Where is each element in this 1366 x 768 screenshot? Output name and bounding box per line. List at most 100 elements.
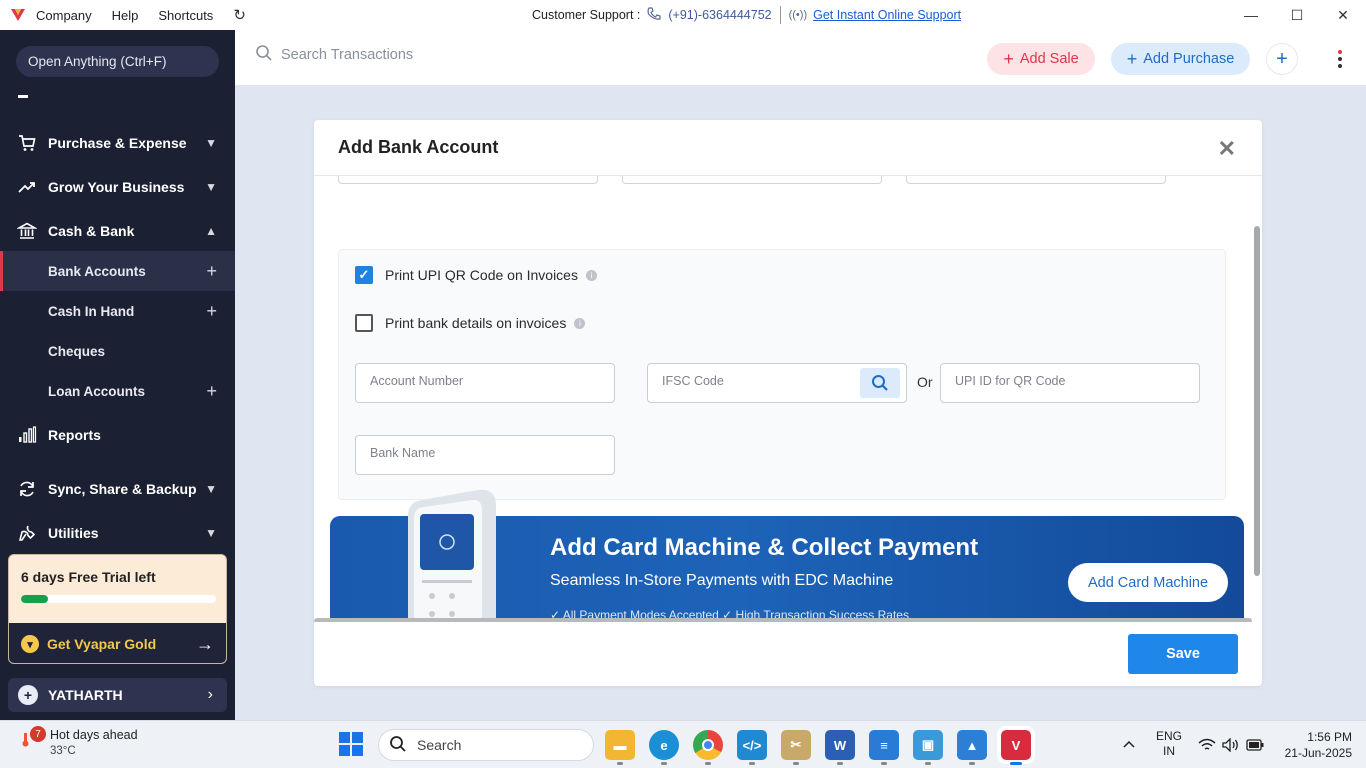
print-bank-details-checkbox[interactable] [355, 314, 373, 332]
vscode-icon[interactable]: </> [737, 730, 767, 760]
active-app-indicator [1010, 762, 1022, 765]
battery-icon[interactable] [1246, 721, 1264, 768]
chevron-right-icon: › [207, 686, 213, 703]
print-upi-checkbox[interactable]: ✓ [355, 266, 373, 284]
close-icon[interactable]: ✕ [1218, 136, 1236, 162]
scrolled-date-field[interactable] [906, 176, 1166, 184]
running-indicator [969, 762, 975, 765]
add-loan-icon[interactable]: + [206, 381, 217, 402]
company-switcher[interactable]: + YATHARTH › [8, 678, 227, 712]
ifsc-placeholder: IFSC Code [662, 374, 724, 388]
volume-icon[interactable] [1222, 721, 1240, 768]
add-cash-icon[interactable]: + [206, 301, 217, 322]
online-support-link[interactable]: Get Instant Online Support [813, 8, 961, 22]
arrow-right-icon: → [196, 633, 214, 654]
banner-title: Add Card Machine & Collect Payment [550, 534, 979, 561]
get-vyapar-gold-button[interactable]: ▾ Get Vyapar Gold → [9, 623, 226, 663]
upi-placeholder: UPI ID for QR Code [955, 374, 1066, 388]
running-indicator [705, 762, 711, 765]
sidebar-item-cash-bank[interactable]: Cash & Bank ▲ [0, 211, 235, 251]
lang-bottom: IN [1163, 744, 1175, 758]
weather-temp: 33°C [50, 745, 76, 757]
cart-icon [16, 132, 38, 154]
windows-start-icon[interactable] [338, 731, 366, 759]
open-anything-button[interactable]: Open Anything (Ctrl+F) [16, 46, 219, 77]
qr-settings-panel: ✓ Print UPI QR Code on Invoices i Print … [338, 249, 1226, 500]
control-panel-icon[interactable]: ▣ [913, 730, 943, 760]
print-bank-details-row[interactable]: Print bank details on invoices i [355, 314, 586, 332]
info-icon[interactable]: i [585, 269, 597, 281]
maximize-icon[interactable]: ☐ [1274, 0, 1320, 30]
chevron-up-icon: ▲ [205, 224, 217, 238]
sidebar-item-label: Utilities [48, 525, 99, 541]
refresh-icon[interactable]: ↻ [233, 6, 246, 24]
more-options-icon[interactable] [1335, 48, 1345, 70]
sidebar-item-bank-accounts[interactable]: Bank Accounts + [0, 251, 235, 291]
print-upi-row[interactable]: ✓ Print UPI QR Code on Invoices i [355, 266, 597, 284]
save-button[interactable]: Save [1128, 634, 1238, 674]
account-number-field[interactable]: Account Number [355, 363, 615, 403]
clock-date: 21-Jun-2025 [1284, 746, 1352, 760]
sidebar-item-cash-in-hand[interactable]: Cash In Hand + [0, 291, 235, 331]
vertical-scrollbar[interactable] [1254, 226, 1260, 576]
taskbar-search[interactable]: Search [378, 729, 594, 761]
upi-id-field[interactable]: UPI ID for QR Code [940, 363, 1200, 403]
wifi-icon[interactable] [1198, 721, 1216, 768]
minimize-icon[interactable]: — [1228, 0, 1274, 30]
search-placeholder: Search Transactions [281, 47, 414, 63]
add-purchase-button[interactable]: + Add Purchase [1111, 43, 1250, 75]
taskbar-search-label: Search [417, 737, 462, 753]
search-transactions[interactable]: Search Transactions [255, 44, 413, 66]
scrolled-field[interactable] [338, 176, 598, 184]
add-bank-account-icon[interactable]: + [206, 261, 217, 282]
sidebar-item-reports[interactable]: Reports [0, 415, 235, 455]
ifsc-search-button[interactable] [860, 368, 900, 398]
sidebar-item-sync-share-backup[interactable]: Sync, Share & Backup ▼ [0, 469, 235, 509]
photos-icon[interactable]: ▲ [957, 730, 987, 760]
sidebar-item-utilities[interactable]: Utilities ▼ [0, 513, 235, 553]
top-bar: Search Transactions + Add Sale + Add Pur… [235, 30, 1366, 86]
tools-app-icon[interactable]: ✂ [781, 730, 811, 760]
trial-progress-fill [21, 595, 49, 603]
vyapar-app-icon[interactable]: V [997, 726, 1035, 764]
chevron-down-icon: ▼ [205, 526, 217, 540]
menu-company[interactable]: Company [36, 8, 92, 23]
plus-icon: + [1003, 48, 1014, 69]
sidebar-item-grow-business[interactable]: Grow Your Business ▼ [0, 167, 235, 207]
running-indicator [617, 762, 623, 765]
language-indicator[interactable]: ENG IN [1156, 729, 1182, 759]
notepad-icon[interactable]: ≡ [869, 730, 899, 760]
edge-browser-icon[interactable]: e [649, 730, 679, 760]
add-more-button[interactable]: + [1266, 43, 1298, 75]
phone-icon [646, 6, 662, 25]
company-name: YATHARTH [48, 687, 123, 703]
file-explorer-icon[interactable]: ▬ [605, 730, 635, 760]
add-card-machine-button[interactable]: Add Card Machine [1068, 563, 1228, 602]
menu-shortcuts[interactable]: Shortcuts [158, 8, 213, 23]
word-icon[interactable]: W [825, 730, 855, 760]
sidebar-item-cheques[interactable]: Cheques [0, 331, 235, 371]
sidebar-item-loan-accounts[interactable]: Loan Accounts + [0, 371, 235, 411]
chrome-browser-icon[interactable] [693, 730, 723, 760]
dialog-footer: Save [314, 622, 1262, 686]
chevron-up-icon[interactable] [1122, 721, 1136, 768]
scrolled-field[interactable] [622, 176, 882, 184]
ifsc-code-field[interactable]: IFSC Code [647, 363, 907, 403]
trial-card: 6 days Free Trial left ▾ Get Vyapar Gold… [8, 554, 227, 664]
add-sale-button[interactable]: + Add Sale [987, 43, 1095, 75]
more-icon: ▬ [18, 90, 29, 101]
weather-badge: 7 [30, 726, 46, 742]
info-icon[interactable]: i [574, 317, 586, 329]
close-window-icon[interactable]: ✕ [1320, 0, 1366, 30]
sidebar-item-purchase-expense[interactable]: Purchase & Expense ▼ [0, 123, 235, 163]
sync-icon [16, 478, 38, 500]
sidebar-sub-label: Bank Accounts [48, 263, 146, 279]
support-phone: (+91)-6364444752 [668, 8, 772, 22]
menu-help[interactable]: Help [112, 8, 139, 23]
plus-icon: + [1126, 48, 1138, 69]
system-clock[interactable]: 1:56 PM 21-Jun-2025 [1285, 729, 1352, 761]
dialog-body: ✓ Print UPI QR Code on Invoices i Print … [314, 176, 1262, 622]
running-indicator [661, 762, 667, 765]
bank-name-field[interactable]: Bank Name [355, 435, 615, 475]
weather-widget[interactable]: 7 Hot days ahead 33°C [18, 726, 138, 759]
